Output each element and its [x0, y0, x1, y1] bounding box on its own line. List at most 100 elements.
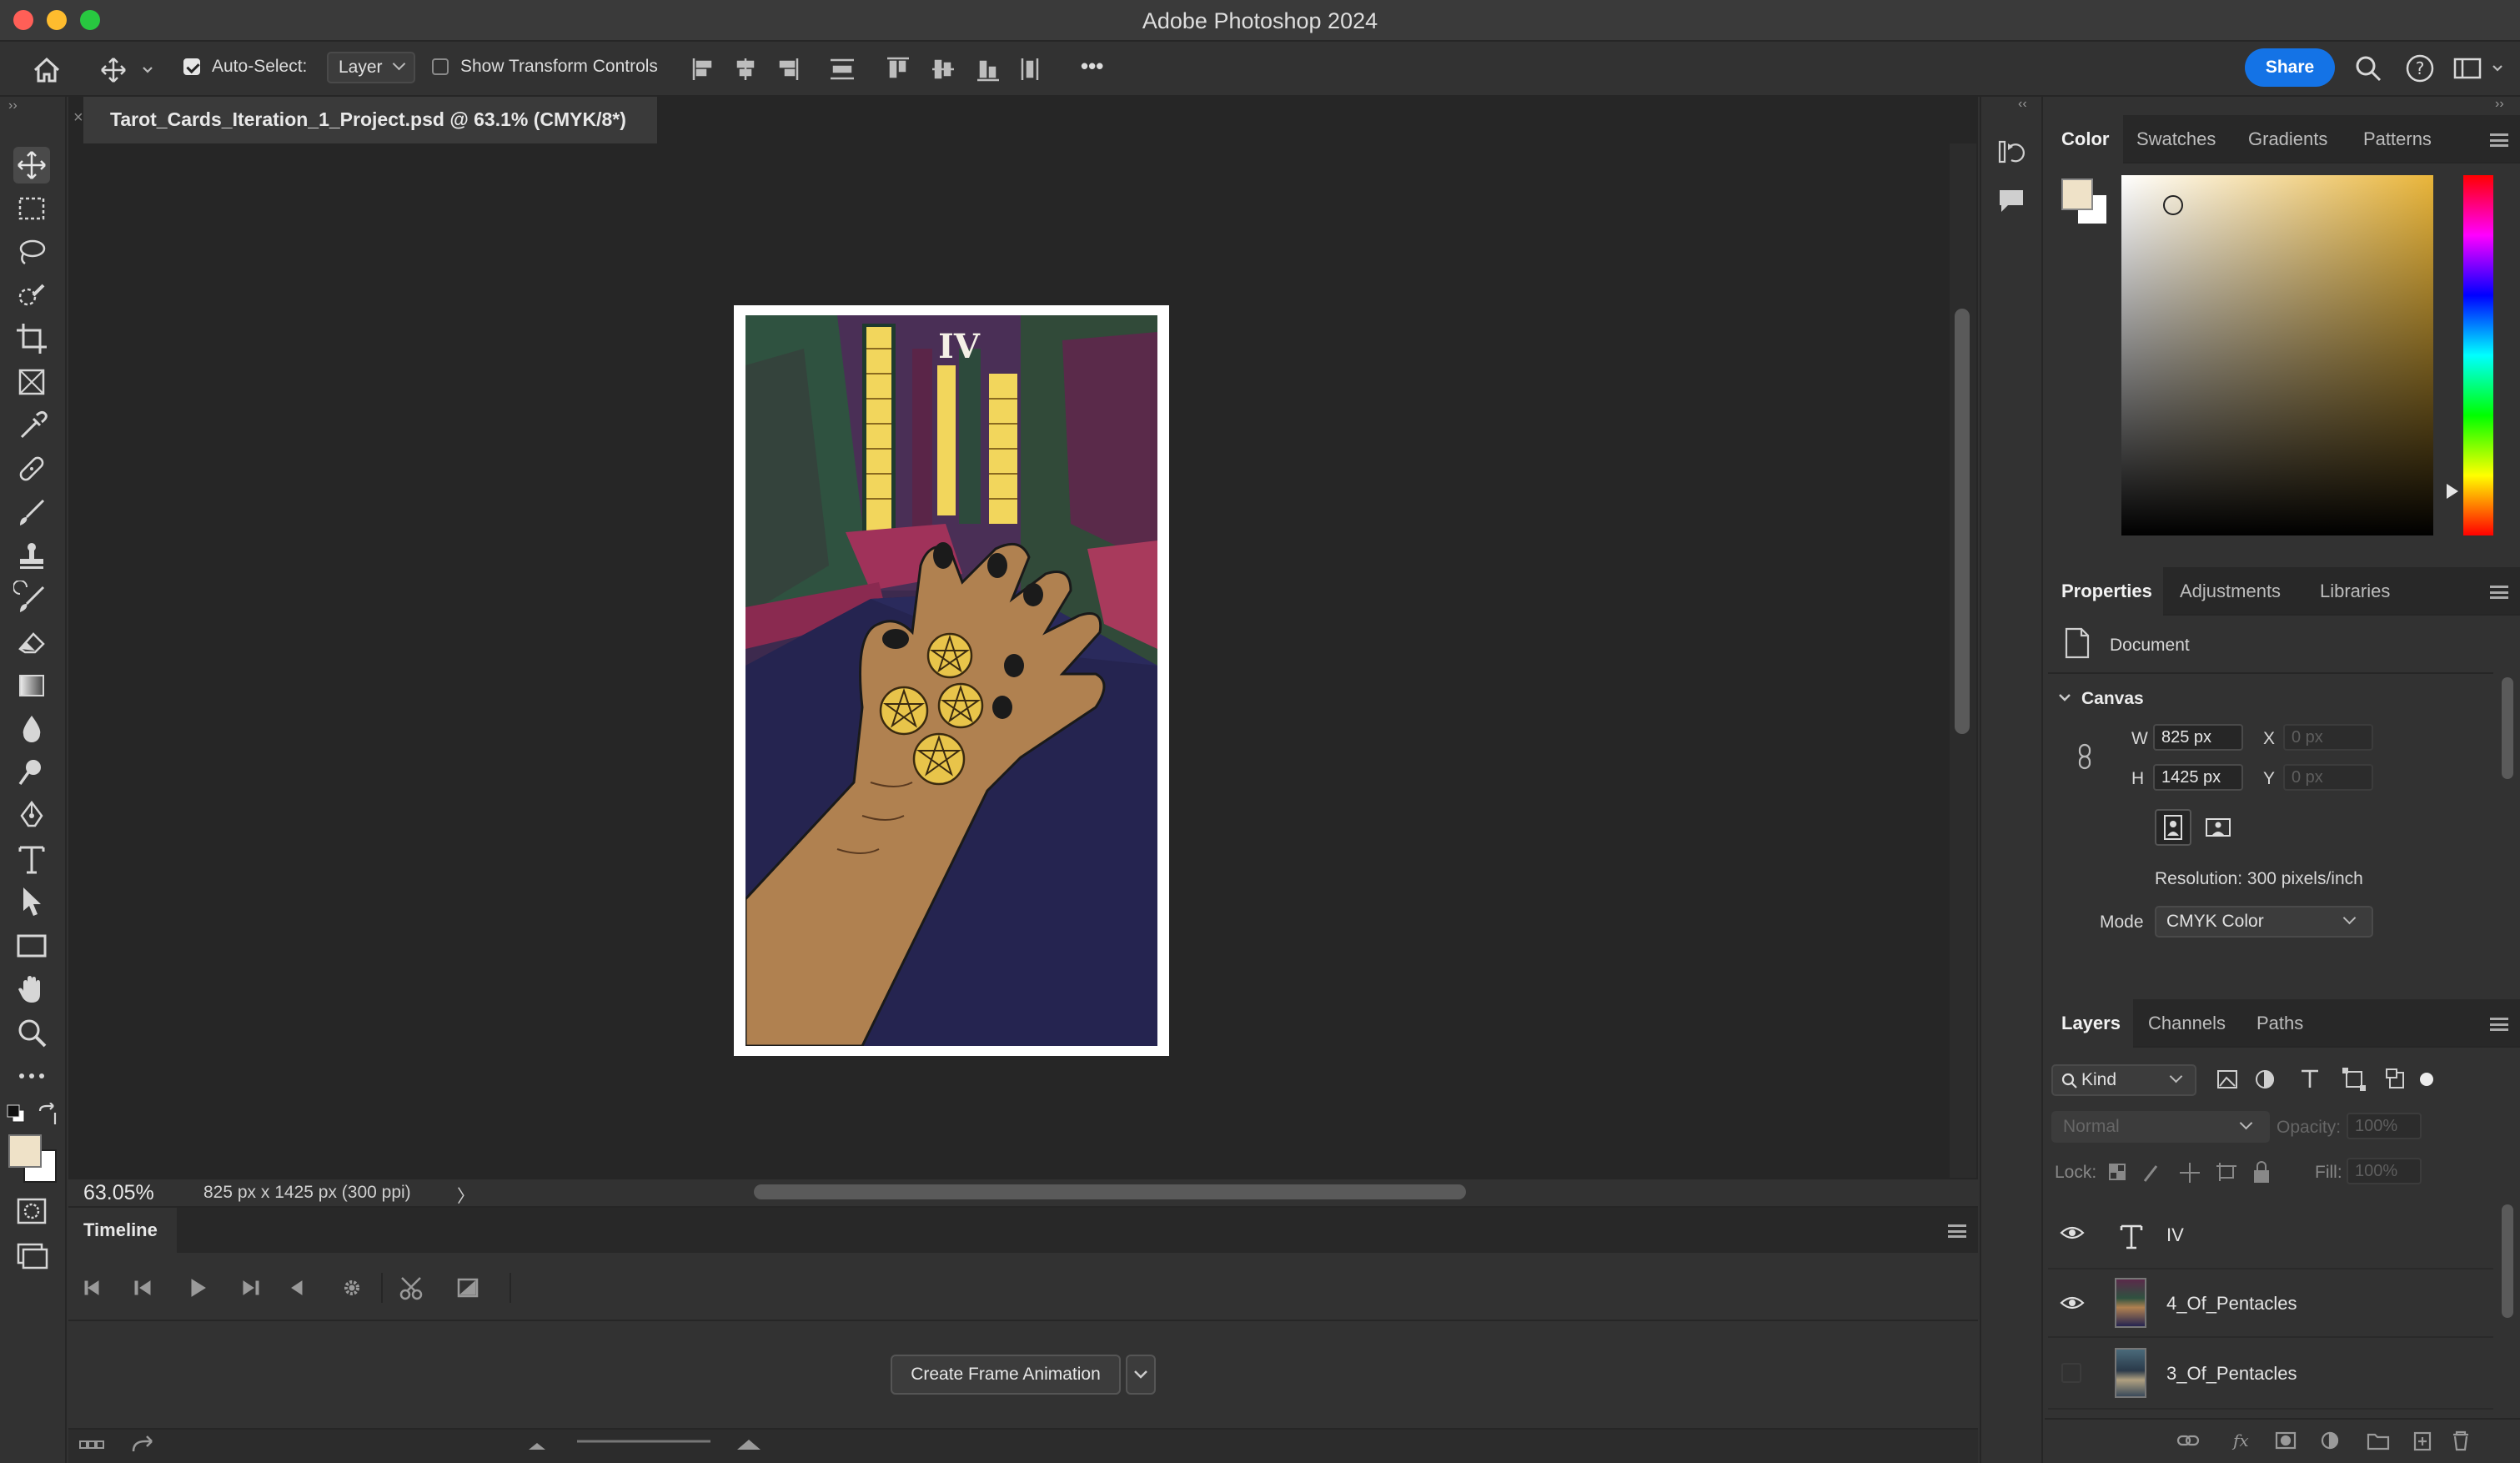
canvas-height-input[interactable]: 1425 px [2153, 764, 2243, 791]
zoom-level-field[interactable]: 63.05% [83, 1181, 154, 1205]
adjustment-filter-icon [2256, 1069, 2274, 1089]
visibility-toggle-off[interactable] [2061, 1363, 2081, 1383]
tab-color[interactable]: Color [2045, 115, 2123, 163]
expand-panels-icon[interactable]: ‹‹ [2018, 97, 2027, 112]
status-info-menu-button[interactable]: 〉 [457, 1183, 474, 1208]
collapse-right-panels-icon[interactable]: ›› [2495, 97, 2504, 112]
tab-properties[interactable]: Properties [2045, 567, 2163, 616]
brush-tool[interactable] [13, 494, 50, 530]
layers-panel-menu-icon[interactable] [2490, 1018, 2508, 1031]
tab-gradients[interactable]: Gradients [2248, 115, 2327, 163]
hue-slider[interactable] [2463, 175, 2493, 535]
history-panel-button[interactable] [1995, 135, 2028, 168]
pen-tool[interactable] [13, 797, 50, 834]
tab-layers[interactable]: Layers [2045, 999, 2133, 1048]
visibility-eye-icon[interactable] [2060, 1223, 2085, 1248]
color-picker-field[interactable] [2121, 175, 2433, 535]
rectangle-tool[interactable] [13, 928, 50, 964]
timeline-panel-menu-icon[interactable] [1948, 1224, 1966, 1238]
auto-select-checkbox[interactable] [183, 58, 200, 75]
lock-options[interactable] [2105, 1158, 2288, 1186]
properties-scroll-thumb[interactable] [2502, 677, 2513, 779]
comments-panel-button[interactable] [1995, 184, 2028, 217]
color-picker-cursor[interactable] [2163, 195, 2183, 215]
layer-filter-icons[interactable] [2213, 1064, 2438, 1094]
move-tool[interactable] [13, 147, 50, 184]
create-frame-animation-button[interactable]: Create Frame Animation [891, 1355, 1121, 1395]
canvas-x-input[interactable]: 0 px [2283, 724, 2373, 751]
toolbar-collapse-icon[interactable]: ›› [8, 98, 18, 113]
path-selection-tool[interactable] [13, 884, 50, 921]
zoom-tool[interactable] [13, 1014, 50, 1051]
history-brush-tool[interactable] [13, 580, 50, 617]
canvas-width-input[interactable]: 825 px [2153, 724, 2243, 751]
color-panel-menu-icon[interactable] [2490, 133, 2508, 147]
filter-toggle-icon [2420, 1073, 2433, 1086]
layer-row[interactable]: IV [2048, 1201, 2493, 1269]
edit-toolbar-button[interactable] [13, 1058, 50, 1094]
fill-label: Fill: [2315, 1163, 2342, 1182]
default-colors-button[interactable] [5, 1103, 30, 1128]
crop-tool[interactable] [13, 320, 50, 357]
gradient-tool[interactable] [13, 667, 50, 704]
auto-select-dropdown[interactable]: Layer [327, 52, 415, 83]
link-dimensions-button[interactable] [2073, 742, 2096, 771]
close-tab-icon[interactable]: × [73, 108, 83, 128]
move-tool-preset-button[interactable] [98, 52, 157, 88]
blend-mode-value: Normal [2063, 1117, 2120, 1136]
eraser-tool[interactable] [13, 624, 50, 661]
visibility-eye-icon[interactable] [2060, 1293, 2085, 1318]
tab-adjustments[interactable]: Adjustments [2180, 567, 2281, 616]
landscape-orientation-button[interactable] [2200, 809, 2236, 846]
home-button[interactable] [28, 53, 65, 87]
frame-tool[interactable] [13, 364, 50, 400]
share-button[interactable]: Share [2245, 48, 2335, 87]
quick-mask-button[interactable] [13, 1193, 50, 1229]
swap-colors-button[interactable] [35, 1102, 60, 1128]
rectangular-marquee-tool[interactable] [13, 190, 50, 227]
lasso-tool[interactable] [13, 234, 50, 270]
search-button[interactable] [2352, 52, 2385, 85]
tab-channels[interactable]: Channels [2148, 999, 2226, 1048]
canvas-horizontal-scroll-thumb[interactable] [754, 1184, 1466, 1199]
opacity-input[interactable]: 100% [2347, 1113, 2422, 1139]
height-label: H [2131, 769, 2145, 788]
canvas-vertical-scroll-thumb[interactable] [1955, 309, 1970, 734]
layers-footer-actions[interactable]: fx [2175, 1426, 2475, 1455]
screen-mode-button[interactable] [13, 1238, 50, 1274]
fill-input[interactable]: 100% [2347, 1158, 2422, 1184]
render-arrow-icon [132, 1435, 153, 1452]
dodge-tool[interactable] [13, 754, 50, 791]
blur-tool[interactable] [13, 711, 50, 747]
blend-mode-dropdown[interactable]: Normal [2051, 1111, 2270, 1143]
clone-stamp-tool[interactable] [13, 537, 50, 574]
foreground-color-swatch[interactable] [8, 1134, 42, 1168]
more-options-button[interactable]: ••• [1081, 53, 1103, 79]
object-selection-tool[interactable] [13, 277, 50, 314]
tab-paths[interactable]: Paths [2256, 999, 2303, 1048]
hand-tool[interactable] [13, 971, 50, 1008]
color-panel-foreground-swatch[interactable] [2061, 178, 2093, 210]
portrait-orientation-button[interactable] [2155, 809, 2191, 846]
tarot-card-artwork[interactable] [745, 315, 1157, 1046]
layer-row[interactable]: 3_Of_Pentacles [2048, 1338, 2493, 1410]
color-mode-dropdown[interactable]: CMYK Color [2155, 906, 2373, 938]
layer-row[interactable]: 4_Of_Pentacles [2048, 1269, 2493, 1338]
workspace-switcher-button[interactable] [2452, 52, 2510, 85]
help-button[interactable]: ? [2403, 52, 2437, 85]
tab-libraries[interactable]: Libraries [2320, 567, 2390, 616]
hue-slider-handle[interactable] [2447, 484, 2458, 499]
healing-brush-tool[interactable] [13, 450, 50, 487]
timeline-playback-controls [84, 1273, 511, 1303]
show-transform-controls-checkbox[interactable] [432, 58, 449, 75]
properties-panel-menu-icon[interactable] [2490, 586, 2508, 599]
layers-scroll-thumb[interactable] [2502, 1204, 2513, 1318]
tab-swatches[interactable]: Swatches [2136, 115, 2216, 163]
eyedropper-tool[interactable] [13, 407, 50, 444]
canvas-y-input[interactable]: 0 px [2283, 764, 2373, 791]
tab-patterns[interactable]: Patterns [2363, 115, 2432, 163]
timeline-zoom-slider[interactable] [525, 1431, 776, 1456]
canvas-section-chevron-icon[interactable] [2056, 689, 2073, 706]
type-tool[interactable] [13, 841, 50, 877]
create-animation-dropdown[interactable] [1126, 1355, 1156, 1395]
